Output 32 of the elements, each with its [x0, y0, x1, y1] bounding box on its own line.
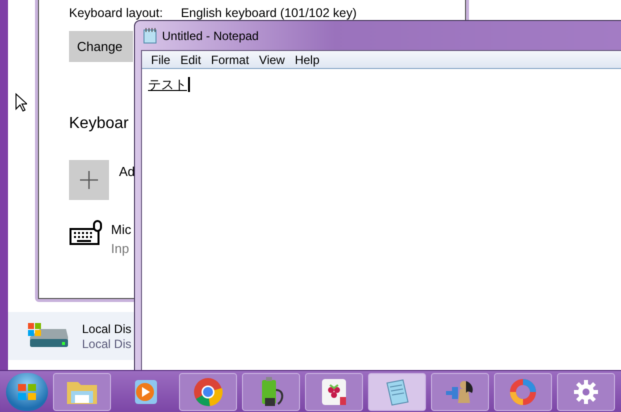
- layout-value: English keyboard (101/102 key): [180, 5, 357, 22]
- taskbar-button[interactable]: [242, 372, 300, 410]
- add-tile[interactable]: [69, 160, 109, 200]
- taskbar-button[interactable]: [305, 372, 363, 410]
- keyboard-icon: [69, 220, 103, 246]
- menu-item[interactable]: File: [146, 50, 176, 68]
- taskbar-button[interactable]: [431, 372, 489, 410]
- text-content[interactable]: テスト: [148, 77, 190, 92]
- notepad-icon: [143, 28, 157, 44]
- raspberry-icon: [320, 376, 348, 406]
- section-heading: Keyboar: [69, 114, 130, 134]
- keyboard-title: Mic: [111, 220, 132, 239]
- drive-type: Local Dis: [82, 338, 132, 350]
- menu-item[interactable]: Format: [206, 50, 254, 68]
- plus-icon: [80, 170, 98, 189]
- window-title: Untitled - Notepad: [162, 28, 259, 44]
- taskbar-button[interactable]: [557, 372, 615, 410]
- keyboard-subtitle: Inp: [111, 240, 130, 258]
- mouse-cursor-icon: [15, 93, 27, 112]
- browser-icon: [193, 376, 223, 406]
- start-button[interactable]: [6, 372, 48, 410]
- menu-item[interactable]: Edit: [175, 50, 206, 68]
- change-button[interactable]: Change: [69, 30, 133, 62]
- ring-icon: [508, 376, 538, 406]
- menu-item[interactable]: View: [254, 50, 290, 68]
- windows-logo-icon: [17, 382, 37, 400]
- add-label[interactable]: Ad: [119, 162, 135, 182]
- taskbar-button[interactable]: [179, 372, 237, 410]
- menu-item[interactable]: Help: [290, 50, 325, 68]
- drive-name: Local Dis: [82, 322, 132, 334]
- layout-label: Keyboard layout:: [69, 5, 163, 22]
- gear-icon: [573, 378, 599, 404]
